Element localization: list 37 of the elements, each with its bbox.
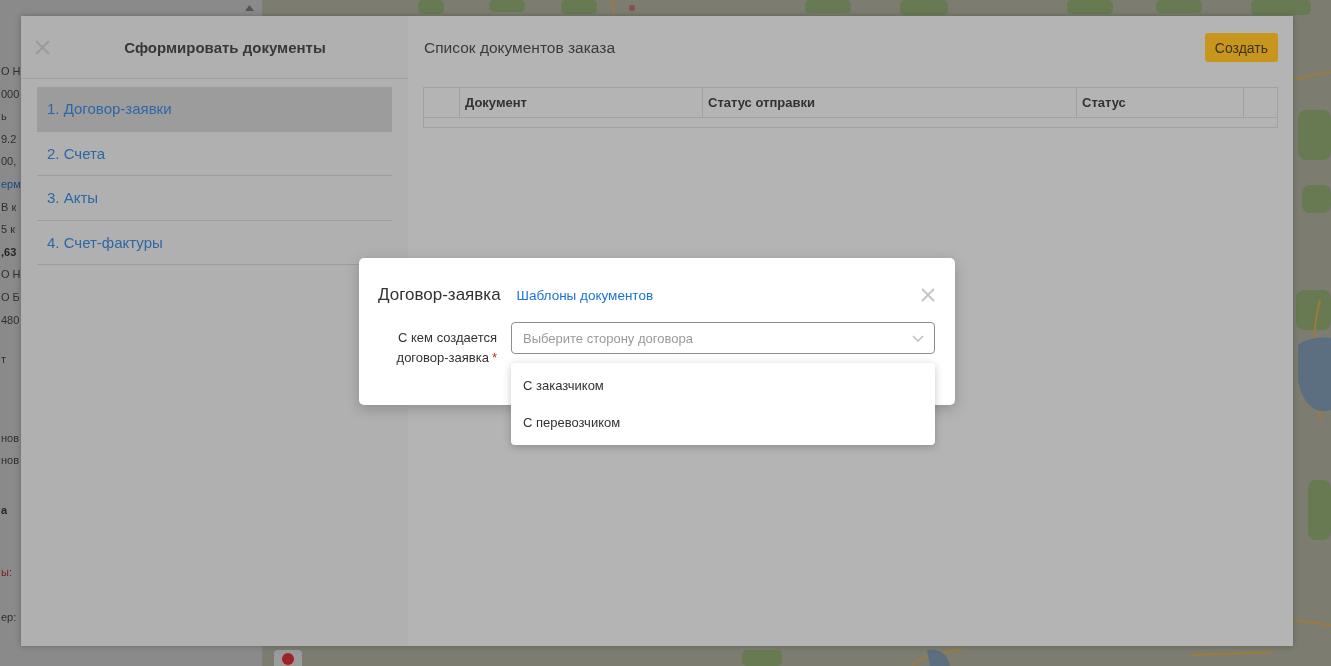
page-text: В к	[0, 199, 17, 215]
page-value: а	[0, 502, 8, 518]
chevron-down-icon	[912, 334, 924, 342]
select-field[interactable]: Выберите сторону договора	[511, 322, 935, 354]
sidebar-title: Сформировать документы	[123, 38, 327, 56]
create-button[interactable]: Создать	[1204, 33, 1278, 62]
page-text: О Н	[0, 64, 21, 79]
scroll-up-icon[interactable]	[245, 5, 254, 11]
page-text: нов	[0, 430, 20, 446]
page-text: нов	[0, 453, 20, 469]
table-header-cell: Статус отправки	[703, 88, 1077, 117]
table-header-cell: Статус	[1077, 88, 1244, 117]
close-icon	[921, 288, 935, 302]
map-control-button[interactable]	[274, 650, 302, 666]
close-button[interactable]	[921, 288, 935, 302]
table-header-cell: Документ	[460, 88, 703, 117]
page-text: 9.2	[0, 131, 17, 147]
page-text: О Б	[0, 289, 20, 305]
page-link[interactable]: ерм	[0, 172, 21, 196]
page-text: 00,	[0, 154, 17, 170]
alert-icon	[282, 653, 294, 665]
field-label: С кем создается договор-заявка *	[395, 329, 498, 367]
page-text: 480	[0, 312, 20, 328]
dialog-title: Договор-заявка	[378, 285, 501, 305]
error-text: ы:	[0, 564, 12, 580]
page-text: О Н	[0, 267, 21, 283]
page-text: ер:	[0, 610, 17, 626]
page-value: ,63	[0, 244, 17, 260]
page-text: 5 к	[0, 222, 15, 238]
page-text: ь	[0, 109, 7, 125]
sidebar-item[interactable]: 1. Договор-заявки	[37, 87, 392, 132]
templates-link[interactable]: Шаблоны документов	[516, 287, 654, 303]
page-text: т	[0, 352, 7, 368]
page-text: 000	[0, 86, 20, 102]
section-title: Список документов заказа	[423, 38, 616, 57]
dropdown-option[interactable]: С перевозчиком	[511, 404, 935, 441]
dropdown-option[interactable]: С заказчиком	[511, 367, 935, 404]
